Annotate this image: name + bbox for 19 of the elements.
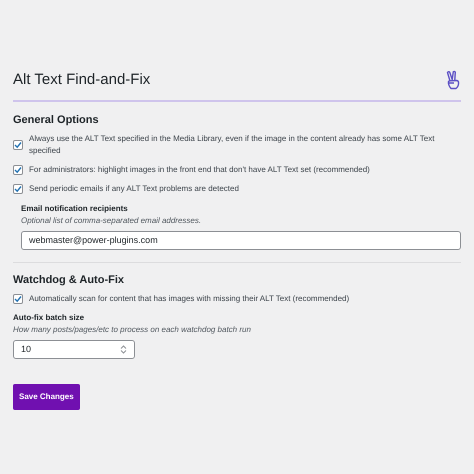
number-field[interactable]: 10 (13, 340, 135, 360)
checkbox[interactable] (13, 184, 23, 194)
option-label: For administrators: highlight images in the front end that don't have ALT Text set (recommended) (29, 164, 370, 176)
option-label: Automatically scan for content that has images with missing their ALT Text (recommended) (29, 293, 350, 306)
checkbox[interactable] (13, 165, 23, 176)
field-hint: How many posts/pages/etc to process on each watchdog batch run (13, 324, 252, 336)
section-heading: General Options (13, 114, 100, 128)
option-label: Always use the ALT Text specified in the Media Library, even if the image in the content already has some ALT Text specified (29, 133, 436, 158)
email-field[interactable]: webmaster@power-plugins.com (21, 231, 461, 250)
checkbox[interactable] (13, 294, 23, 304)
field-label: Auto-fix batch size (13, 312, 86, 324)
option-label: Send periodic emails if any ALT Text problems are detected (29, 183, 239, 196)
field-label: Email notification recipients (21, 203, 129, 216)
section-heading: Watchdog & Auto-Fix (13, 274, 125, 288)
page-title: Alt Text Find-and-Fix (13, 71, 150, 89)
peace-hand-icon (445, 70, 461, 90)
checkbox[interactable] (13, 140, 23, 150)
field-hint: Optional list of comma-separated email addresses. (21, 215, 202, 228)
save-button[interactable]: Save Changes (13, 384, 80, 410)
